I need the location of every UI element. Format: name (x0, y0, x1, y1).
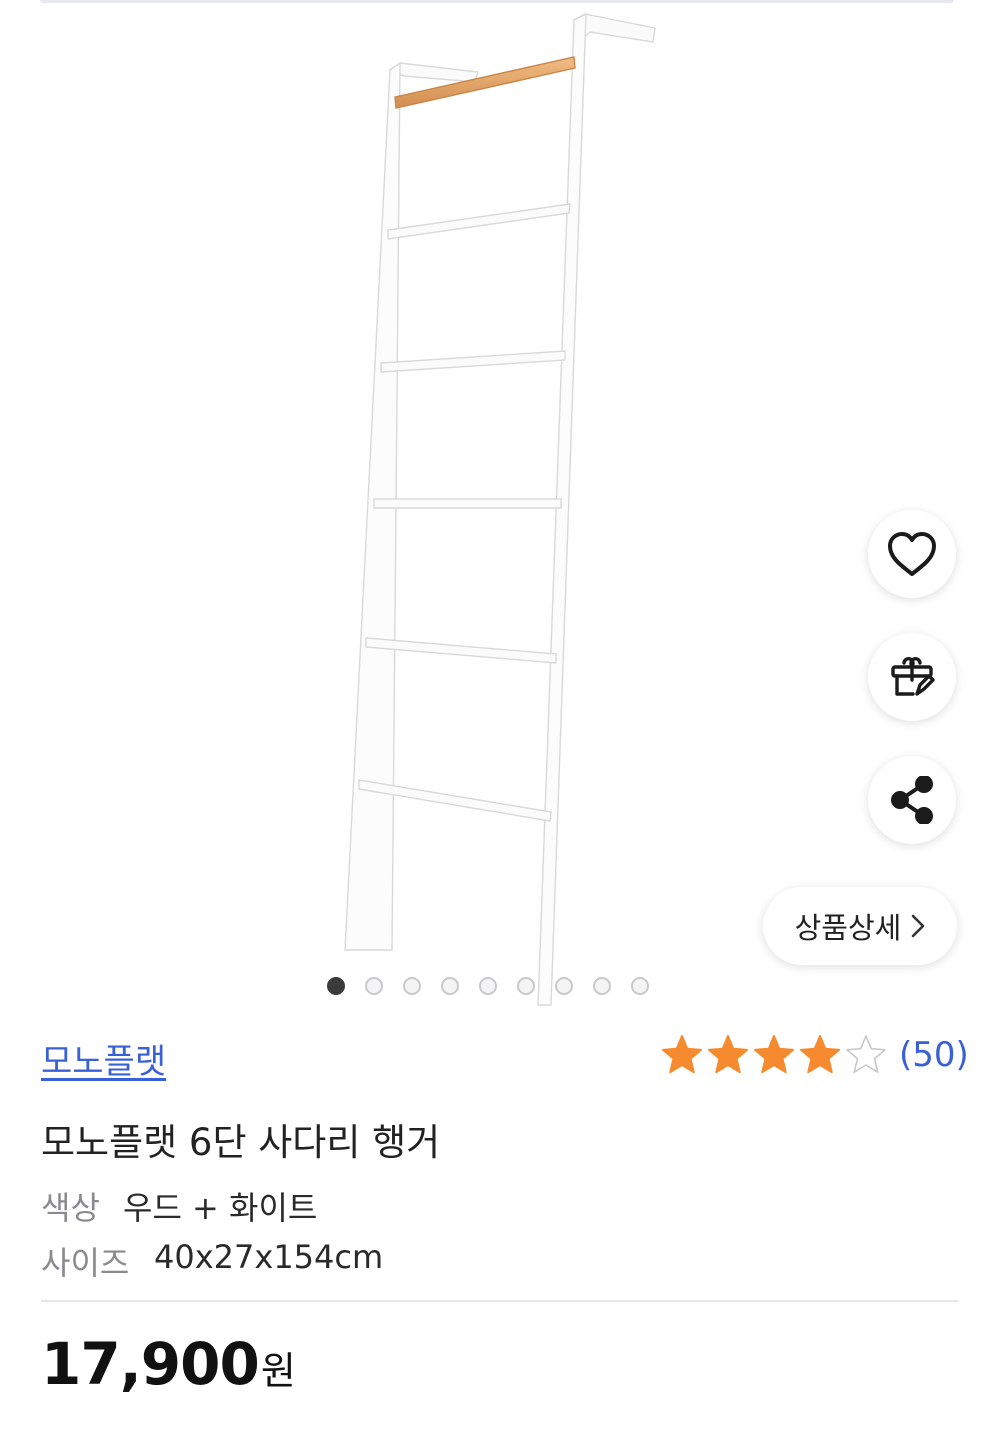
spec-value: 우드 + 화이트 (123, 1189, 318, 1227)
spec-row-color: 색상 우드 + 화이트 (41, 1183, 317, 1229)
spec-row-size: 사이즈 40x27x154cm (41, 1238, 383, 1284)
spec-label: 색상 (41, 1189, 100, 1227)
ladder-hanger-illustration (344, 12, 656, 1006)
divider (41, 1300, 958, 1302)
spec-label: 사이즈 (41, 1244, 130, 1282)
gift-icon (891, 657, 935, 696)
share-button[interactable] (868, 756, 956, 844)
star-filled-icon (799, 1035, 841, 1074)
product-image[interactable] (0, 0, 999, 1010)
wishlist-button[interactable] (868, 510, 956, 598)
pagination-dot[interactable] (479, 977, 497, 995)
image-pagination (327, 977, 649, 995)
product-title: 모노플랫 6단 사다리 행거 (41, 1121, 441, 1164)
price-amount: 17,900 (41, 1330, 260, 1398)
chevron-right-icon (912, 914, 925, 938)
star-filled-icon (753, 1035, 795, 1074)
pagination-dot[interactable] (593, 977, 611, 995)
star-filled-icon (661, 1035, 703, 1074)
pagination-dot[interactable] (327, 977, 345, 995)
pagination-dot[interactable] (631, 977, 649, 995)
rating[interactable]: (50) (661, 1034, 969, 1076)
product-detail-label: 상품상세 (794, 911, 902, 945)
price: 17,900 원 (41, 1330, 296, 1398)
star-empty-icon (846, 1035, 886, 1073)
review-count[interactable]: (50) (899, 1035, 969, 1075)
share-icon (891, 776, 933, 824)
pagination-dot[interactable] (555, 977, 573, 995)
pagination-dot[interactable] (403, 977, 421, 995)
pagination-dot[interactable] (365, 977, 383, 995)
spec-value: 40x27x154cm (154, 1238, 384, 1276)
price-unit: 원 (260, 1349, 296, 1393)
heart-icon (888, 532, 936, 576)
brand-link[interactable]: 모노플랫 (41, 1034, 166, 1083)
gift-button[interactable] (868, 633, 956, 721)
star-filled-icon (707, 1035, 749, 1074)
product-detail-button[interactable]: 상품상세 (763, 887, 957, 965)
pagination-dot[interactable] (441, 977, 459, 995)
pagination-dot[interactable] (517, 977, 535, 995)
rating-stars (661, 1034, 887, 1076)
